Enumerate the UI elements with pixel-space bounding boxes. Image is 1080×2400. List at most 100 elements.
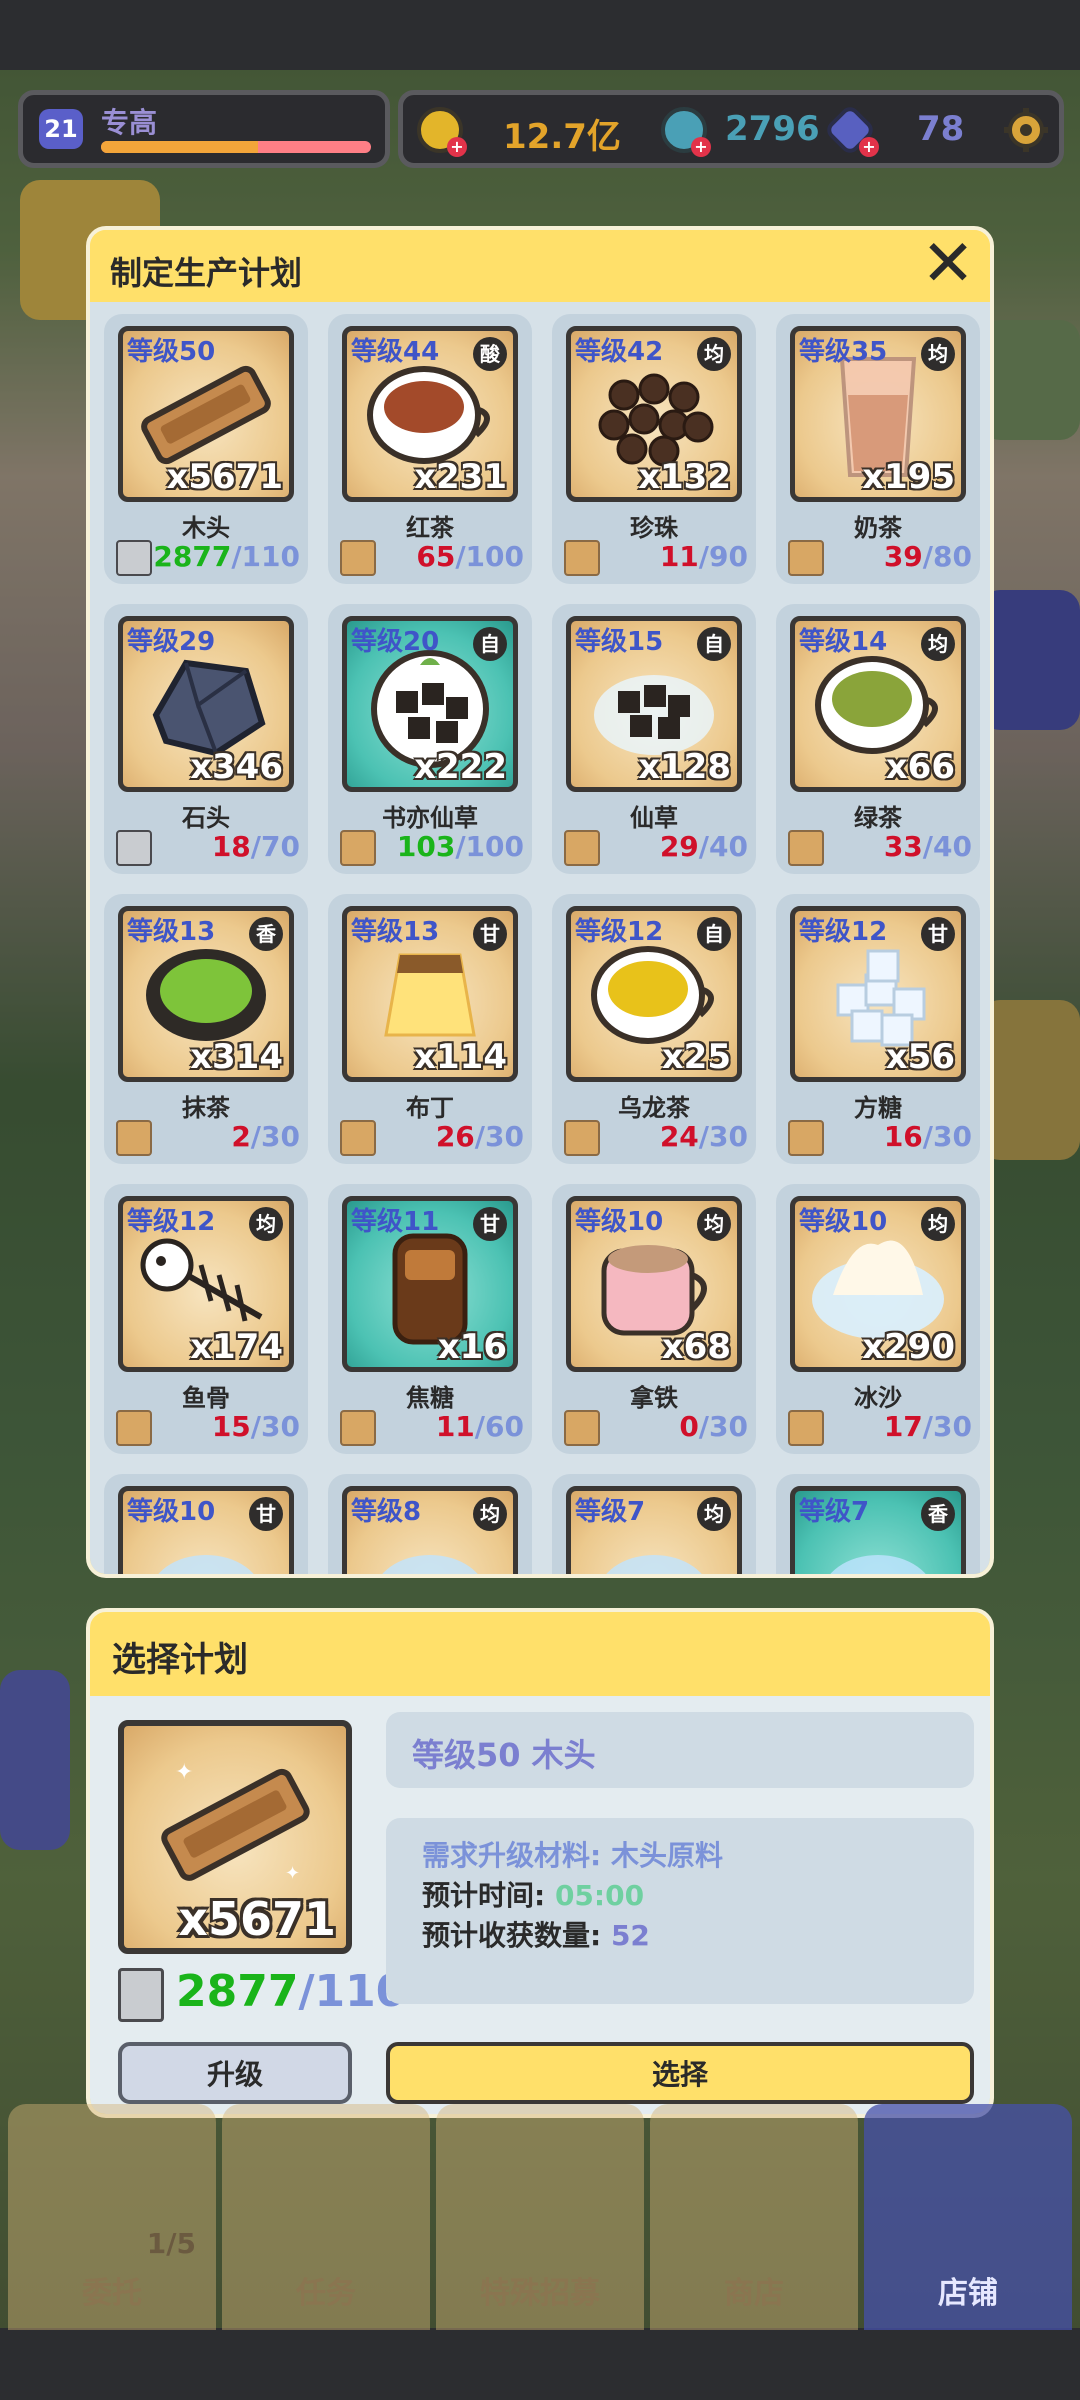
- item-flavor-tag: 均: [921, 337, 955, 371]
- bottom-navigation: 委托 1/5 任务 特殊招募 商店 店铺: [0, 2104, 1080, 2330]
- add-gem-icon[interactable]: +: [691, 137, 711, 157]
- item-flavor-tag: 自: [697, 627, 731, 661]
- xp-bar: [101, 141, 371, 153]
- material-icon: [564, 1410, 600, 1446]
- production-item-card[interactable]: 等级35 均 x195 奶茶 39/80: [776, 314, 980, 584]
- material-count: 11/60: [435, 1410, 524, 1443]
- item-flavor-tag: 甘: [473, 1207, 507, 1241]
- wood-material-icon: [118, 1968, 164, 2022]
- player-level-badge: 21: [39, 109, 83, 149]
- material-icon: [788, 1410, 824, 1446]
- item-level: 等级7: [799, 1497, 870, 1527]
- material-count: 2/30: [231, 1120, 300, 1153]
- item-level: 等级13: [127, 917, 216, 947]
- selected-item-quantity: x5671: [178, 1892, 336, 1946]
- item-level: 等级8: [351, 1497, 422, 1527]
- player-info[interactable]: 21 专高: [18, 90, 390, 168]
- production-item-card[interactable]: 等级10 甘: [104, 1474, 308, 1574]
- item-flavor-tag: 均: [697, 1497, 731, 1531]
- nav-item[interactable]: 委托 1/5: [8, 2104, 216, 2330]
- production-item-card[interactable]: 等级8 均: [328, 1474, 532, 1574]
- production-item-card[interactable]: 等级29 x346 石头 18/70: [104, 604, 308, 874]
- gem-amount: 2796: [725, 109, 820, 149]
- nav-item[interactable]: 任务: [222, 2104, 430, 2330]
- add-gold-icon[interactable]: +: [447, 137, 467, 157]
- item-tile: 等级13 甘 x114: [342, 906, 518, 1082]
- item-name: 绿茶: [854, 804, 902, 832]
- production-item-card[interactable]: 等级13 甘 x114 布丁 26/30: [328, 894, 532, 1164]
- item-level: 等级12: [127, 1207, 216, 1237]
- item-level: 等级44: [351, 337, 440, 367]
- production-item-card[interactable]: 等级11 甘 x16 焦糖 11/60: [328, 1184, 532, 1454]
- estimated-yield-line: 预计收获数量: 52: [422, 1919, 650, 1952]
- item-name: 红茶: [406, 514, 454, 542]
- nav-item[interactable]: 商店: [650, 2104, 858, 2330]
- item-level: 等级13: [351, 917, 440, 947]
- item-tile: 等级14 均 x66: [790, 616, 966, 792]
- select-plan-panel: 选择计划 ✦ ✦ x5671 2877/110 等级50 木头 需求升级材料: 木…: [86, 1608, 994, 2118]
- select-button[interactable]: 选择: [386, 2042, 974, 2104]
- item-quantity: x314: [190, 1037, 283, 1077]
- gold-amount: 12.7亿: [503, 117, 621, 157]
- material-icon: [788, 830, 824, 866]
- selected-item-name: 等级50 木头: [412, 1736, 596, 1774]
- add-crystal-icon[interactable]: +: [859, 137, 879, 157]
- item-name: 书亦仙草: [382, 804, 478, 832]
- production-item-card[interactable]: 等级44 酸 x231 红茶 65/100: [328, 314, 532, 584]
- production-item-card[interactable]: 等级10 均 x68 拿铁 0/30: [552, 1184, 756, 1454]
- material-icon: [564, 1120, 600, 1156]
- item-level: 等级14: [799, 627, 888, 657]
- material-count: 29/40: [659, 830, 748, 863]
- production-item-card[interactable]: 等级7 香: [776, 1474, 980, 1574]
- production-item-card[interactable]: 等级15 自 x128 仙草 29/40: [552, 604, 756, 874]
- production-item-card[interactable]: 等级13 香 x314 抹茶 2/30: [104, 894, 308, 1164]
- item-level: 等级29: [127, 627, 216, 657]
- item-tile: 等级12 甘 x56: [790, 906, 966, 1082]
- item-tile: 等级10 均 x290: [790, 1196, 966, 1372]
- material-icon: [116, 1120, 152, 1156]
- upgrade-button[interactable]: 升级: [118, 2042, 352, 2104]
- item-quantity: x56: [885, 1037, 955, 1077]
- item-name: 仙草: [630, 804, 678, 832]
- settings-gear-icon[interactable]: [1001, 105, 1051, 155]
- item-flavor-tag: 均: [473, 1497, 507, 1531]
- item-name: 冰沙: [854, 1384, 902, 1412]
- panel-header: 制定生产计划 ✕: [90, 230, 990, 302]
- item-level: 等级50: [127, 337, 216, 367]
- production-item-card[interactable]: 等级42 均 x132 珍珠 11/90: [552, 314, 756, 584]
- item-name: 珍珠: [630, 514, 678, 542]
- currency-bar: + 12.7亿 + 2796 + 78: [398, 90, 1064, 168]
- close-button[interactable]: ✕: [918, 232, 978, 296]
- partial-icon: [360, 1535, 500, 1574]
- item-flavor-tag: 甘: [921, 917, 955, 951]
- item-name: 布丁: [406, 1094, 454, 1122]
- item-name: 鱼骨: [182, 1384, 230, 1412]
- production-item-card[interactable]: 等级12 均 x174 鱼骨 15/30: [104, 1184, 308, 1454]
- item-quantity: x174: [190, 1327, 283, 1367]
- production-item-card[interactable]: 等级12 自 x25 乌龙茶 24/30: [552, 894, 756, 1164]
- system-bar: [0, 2330, 1080, 2400]
- item-tile: 等级11 甘 x16: [342, 1196, 518, 1372]
- item-name: 方糖: [854, 1094, 902, 1122]
- production-item-card[interactable]: 等级7 均: [552, 1474, 756, 1574]
- nav-label: 委托: [82, 2276, 142, 2311]
- production-item-card[interactable]: 等级14 均 x66 绿茶 33/40: [776, 604, 980, 874]
- production-item-card[interactable]: 等级12 甘 x56 方糖 16/30: [776, 894, 980, 1164]
- item-tile: 等级50 x5671: [118, 326, 294, 502]
- material-icon: [340, 1120, 376, 1156]
- item-name: 奶茶: [854, 514, 902, 542]
- nav-item[interactable]: 店铺: [864, 2104, 1072, 2330]
- production-item-card[interactable]: 等级20 自 x222 书亦仙草 103/100: [328, 604, 532, 874]
- item-name: 焦糖: [406, 1384, 454, 1412]
- production-item-card[interactable]: 等级50 x5671 木头 2877/110: [104, 314, 308, 584]
- material-icon: [340, 1410, 376, 1446]
- item-level: 等级10: [575, 1207, 664, 1237]
- material-count: 0/30: [679, 1410, 748, 1443]
- item-name: 抹茶: [182, 1094, 230, 1122]
- material-count: 33/40: [883, 830, 972, 863]
- production-item-card[interactable]: 等级10 均 x290 冰沙 17/30: [776, 1184, 980, 1454]
- item-tile: 等级42 均 x132: [566, 326, 742, 502]
- nav-item[interactable]: 特殊招募: [436, 2104, 644, 2330]
- item-flavor-tag: 香: [921, 1497, 955, 1531]
- item-name: 石头: [182, 804, 230, 832]
